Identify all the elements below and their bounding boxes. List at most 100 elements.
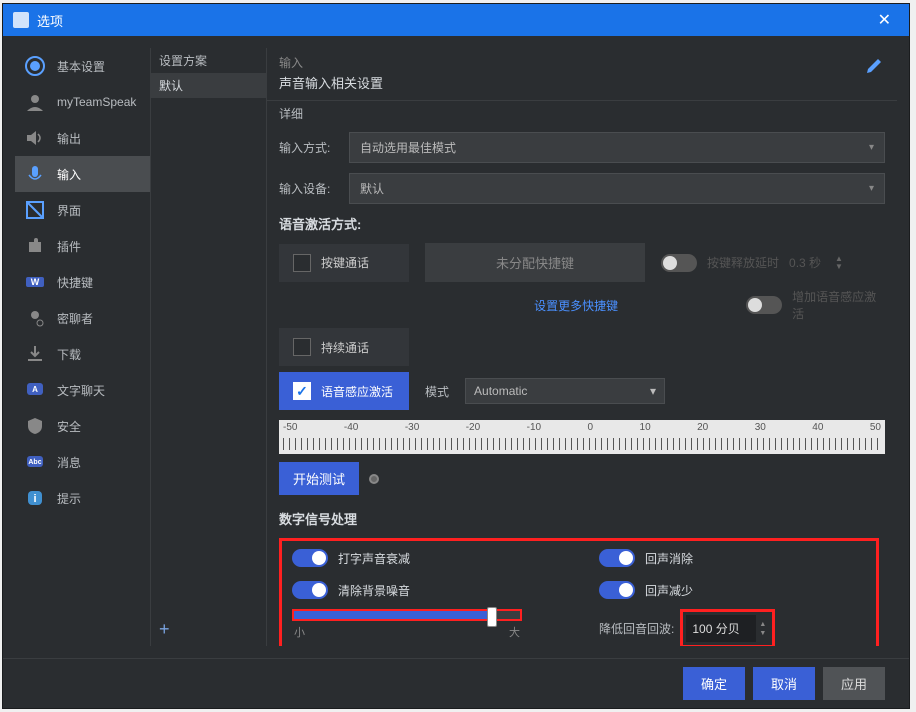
- sidebar-item-output[interactable]: 输出: [15, 120, 150, 156]
- download-icon: [23, 342, 47, 366]
- echo-reduce-input-label: 降低回音回波:: [599, 620, 674, 637]
- ptt-checkbox-wrap[interactable]: 按键通话: [279, 244, 409, 282]
- edit-icon[interactable]: [865, 54, 885, 74]
- sidebar-label: 输出: [57, 130, 81, 147]
- level-ruler: -50 -40 -30 -20 -10 0 10 20 30 40 50: [279, 420, 885, 454]
- sidebar-label: 密聊者: [57, 310, 93, 327]
- sidebar-label: 文字聊天: [57, 382, 105, 399]
- echo-reduce-toggle[interactable]: [599, 581, 635, 599]
- chevron-down-icon: ▾: [869, 142, 874, 153]
- input-mode-value: 自动选用最佳模式: [360, 139, 456, 156]
- chat-icon: A: [23, 378, 47, 402]
- sidebar-item-basic[interactable]: 基本设置: [15, 48, 150, 84]
- sidebar-item-notifications[interactable]: i 提示: [15, 480, 150, 516]
- sidebar-item-download[interactable]: 下载: [15, 336, 150, 372]
- profile-header: 设置方案: [151, 48, 266, 73]
- ptt-delay-toggle[interactable]: [661, 254, 697, 272]
- echo-cancel-toggle[interactable]: [599, 549, 635, 567]
- typing-atten-toggle[interactable]: [292, 549, 328, 567]
- continuous-label: 持续通话: [321, 339, 369, 356]
- svg-text:A: A: [32, 385, 38, 394]
- typing-atten-label: 打字声音衰减: [338, 550, 410, 567]
- ok-button[interactable]: 确定: [683, 667, 745, 700]
- page-subtitle: 声音输入相关设置: [279, 73, 865, 92]
- vad-checkbox-wrap[interactable]: ✓ 语音感应激活: [279, 372, 409, 410]
- input-device-value: 默认: [360, 180, 384, 197]
- sidebar-item-chat[interactable]: A 文字聊天: [15, 372, 150, 408]
- sidebar-label: 消息: [57, 454, 81, 471]
- cancel-button[interactable]: 取消: [753, 667, 815, 700]
- sidebar-label: 基本设置: [57, 58, 105, 75]
- delay-stepper[interactable]: ▲▼: [835, 255, 843, 271]
- sidebar-label: 快捷键: [57, 274, 93, 291]
- noise-slider-wrap: 小 大: [292, 609, 559, 640]
- svg-text:W: W: [31, 277, 40, 287]
- mode-select[interactable]: Automatic ▾: [465, 378, 665, 404]
- slider-min-label: 小: [294, 624, 305, 640]
- sidebar-item-myteamspeak[interactable]: myTeamSpeak: [15, 84, 150, 120]
- ptt-checkbox: [293, 254, 311, 272]
- sidebar-item-whisper[interactable]: 密聊者: [15, 300, 150, 336]
- mode-label: 模式: [425, 383, 449, 400]
- ptt-delay-label: 按键释放延时: [707, 254, 779, 271]
- hotkey-assign-box[interactable]: 未分配快捷键: [425, 243, 645, 282]
- sidebar-item-input[interactable]: 输入: [15, 156, 150, 192]
- chevron-down-icon: ▾: [869, 183, 874, 194]
- main-panel: 输入 声音输入相关设置 详细 输入方式: 自动选用最佳模式 ▾ 输入设备:: [266, 48, 897, 646]
- sidebar-label: 插件: [57, 238, 81, 255]
- profile-column: 设置方案 默认 +: [150, 48, 266, 646]
- noise-slider[interactable]: [292, 609, 522, 621]
- continuous-checkbox: [293, 338, 311, 356]
- breadcrumb: 输入: [279, 54, 865, 71]
- echo-stepper[interactable]: ▲▼: [756, 620, 769, 638]
- echo-cancel-label: 回声消除: [645, 550, 693, 567]
- add-profile-button[interactable]: +: [159, 619, 170, 639]
- add-vad-label: 增加语音感应激活: [792, 288, 885, 322]
- input-device-label: 输入设备:: [279, 180, 339, 197]
- echo-reduce-label: 回声减少: [645, 582, 693, 599]
- continuous-checkbox-wrap[interactable]: 持续通话: [279, 328, 409, 366]
- echo-value-input[interactable]: 100 分贝: [686, 615, 756, 642]
- noise-remove-toggle[interactable]: [292, 581, 328, 599]
- detail-header: 详细: [267, 101, 897, 126]
- user-icon: [23, 90, 47, 114]
- input-mode-select[interactable]: 自动选用最佳模式 ▾: [349, 132, 885, 163]
- noise-remove-label: 清除背景噪音: [338, 582, 410, 599]
- titlebar: 选项 ✕: [3, 4, 909, 36]
- ptt-delay-value: 0.3 秒: [789, 254, 821, 271]
- slider-thumb[interactable]: [487, 607, 497, 627]
- sidebar: 基本设置 myTeamSpeak 输出 输入 界面 插件: [15, 48, 150, 646]
- sidebar-label: 输入: [57, 166, 81, 183]
- window-title: 选项: [37, 11, 870, 30]
- sidebar-label: 安全: [57, 418, 81, 435]
- apply-button[interactable]: 应用: [823, 667, 885, 700]
- input-mode-label: 输入方式:: [279, 139, 339, 156]
- more-hotkeys-link[interactable]: 设置更多快捷键: [466, 291, 686, 320]
- voice-activation-title: 语音激活方式:: [279, 214, 885, 233]
- sidebar-label: 界面: [57, 202, 81, 219]
- sidebar-label: 下载: [57, 346, 81, 363]
- sidebar-label: myTeamSpeak: [57, 95, 136, 109]
- svg-text:Abc: Abc: [28, 459, 41, 466]
- svg-text:i: i: [33, 493, 36, 505]
- options-window: 选项 ✕ 基本设置 myTeamSpeak 输出 输入 界面: [2, 3, 910, 709]
- echo-spinbox-highlight: 100 分贝 ▲▼: [680, 609, 775, 646]
- sidebar-item-plugins[interactable]: 插件: [15, 228, 150, 264]
- add-vad-toggle[interactable]: [746, 296, 782, 314]
- message-icon: Abc: [23, 450, 47, 474]
- input-device-select[interactable]: 默认 ▾: [349, 173, 885, 204]
- puzzle-icon: [23, 234, 47, 258]
- close-button[interactable]: ✕: [870, 6, 899, 34]
- sidebar-item-messages[interactable]: Abc 消息: [15, 444, 150, 480]
- layout-icon: [23, 198, 47, 222]
- profile-default[interactable]: 默认: [151, 73, 266, 98]
- sidebar-item-hotkeys[interactable]: W 快捷键: [15, 264, 150, 300]
- start-test-button[interactable]: 开始测试: [279, 462, 359, 495]
- sidebar-item-ui[interactable]: 界面: [15, 192, 150, 228]
- whisper-icon: [23, 306, 47, 330]
- app-icon: [13, 12, 29, 28]
- mic-icon: [23, 162, 47, 186]
- info-icon: i: [23, 486, 47, 510]
- highlight-box: 打字声音衰减 回声消除: [279, 538, 879, 646]
- sidebar-item-security[interactable]: 安全: [15, 408, 150, 444]
